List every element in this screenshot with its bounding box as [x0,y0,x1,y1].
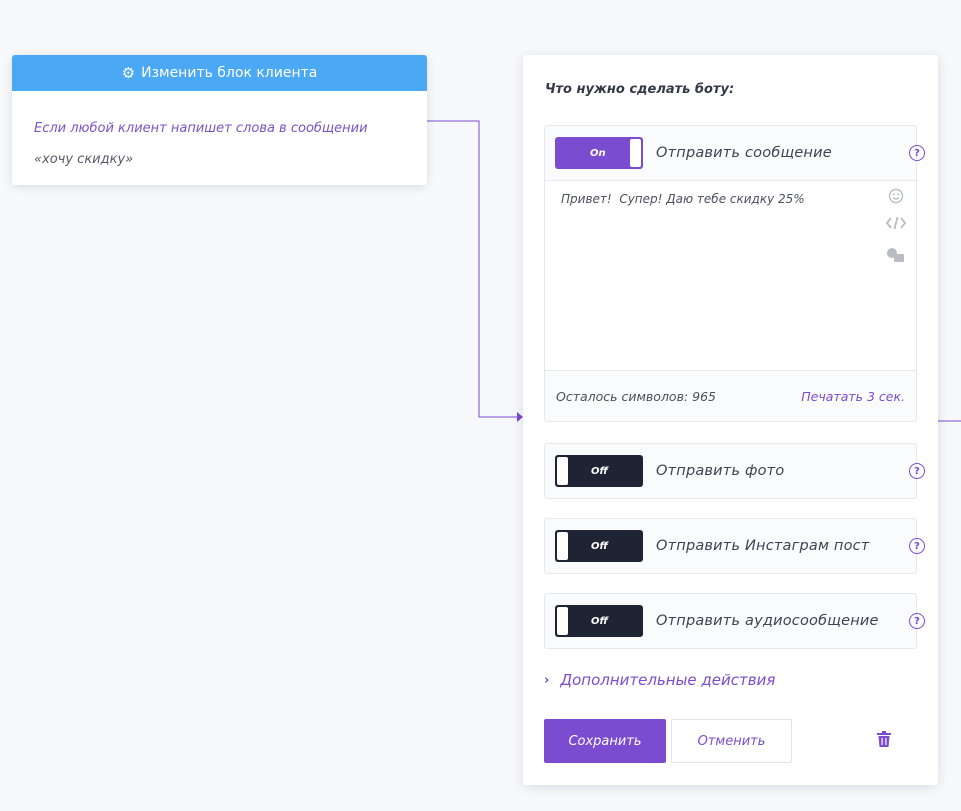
send-message-toggle[interactable]: On [555,137,643,169]
client-condition: Если любой клиент напишет слова в сообще… [12,91,427,175]
typing-delay-link[interactable]: Печатать 3 сек. [801,389,905,404]
message-textarea[interactable]: Привет! Супер! Даю тебе скидку 25% [561,192,861,352]
more-actions-toggle[interactable]: › Дополнительные действия [544,671,775,689]
send-audio-label: Отправить аудиосообщение [656,613,879,629]
more-actions-label: Дополнительные действия [560,671,776,689]
help-icon[interactable]: ? [909,145,925,161]
client-block: ⚙ Изменить блок клиента Если любой клиен… [12,55,427,185]
action-send-message: On Отправить сообщение ? Привет! Супер! … [544,125,925,422]
send-audio-toggle[interactable]: Off [555,605,643,637]
send-photo-label: Отправить фото [656,463,785,479]
editor-footer: Осталось символов: 965 Печатать 3 сек. [545,370,916,421]
chevron-right-icon: › [544,672,550,688]
trash-icon[interactable] [877,731,891,747]
remaining-chars: Осталось символов: 965 [556,388,716,404]
help-icon[interactable]: ? [909,463,925,479]
code-icon[interactable] [885,216,907,234]
edit-client-block-button[interactable]: ⚙ Изменить блок клиента [12,55,427,91]
gear-icon: ⚙ [121,64,136,82]
action-send-instagram-post: Off Отправить Инстаграм пост ? [544,518,925,574]
send-message-label: Отправить сообщение [656,145,832,161]
action-send-audio: Off Отправить аудиосообщение ? [544,593,925,649]
message-editor: Привет! Супер! Даю тебе скидку 25% [545,180,916,370]
toggle-knob [630,139,641,167]
cancel-button[interactable]: Отменить [671,719,792,763]
toggle-knob [557,607,568,635]
toggle-knob [557,457,568,485]
help-icon[interactable]: ? [909,613,925,629]
send-photo-toggle[interactable]: Off [555,455,643,487]
toggle-knob [557,532,568,560]
image-icon[interactable] [885,247,907,267]
send-instagram-label: Отправить Инстаграм пост [656,538,870,554]
send-instagram-toggle[interactable]: Off [555,530,643,562]
save-button[interactable]: Сохранить [544,719,666,763]
bot-actions-panel: Что нужно сделать боту: On Отправить соо… [523,55,938,785]
panel-title: Что нужно сделать боту: [545,82,735,97]
client-header-label: Изменить блок клиента [141,65,318,81]
condition-text: Если любой клиент напишет слова в сообще… [34,121,368,136]
help-icon[interactable]: ? [909,538,925,554]
keyword-text: «хочу скидку» [34,152,134,167]
action-send-photo: Off Отправить фото ? [544,443,925,499]
emoji-icon[interactable] [885,188,907,208]
